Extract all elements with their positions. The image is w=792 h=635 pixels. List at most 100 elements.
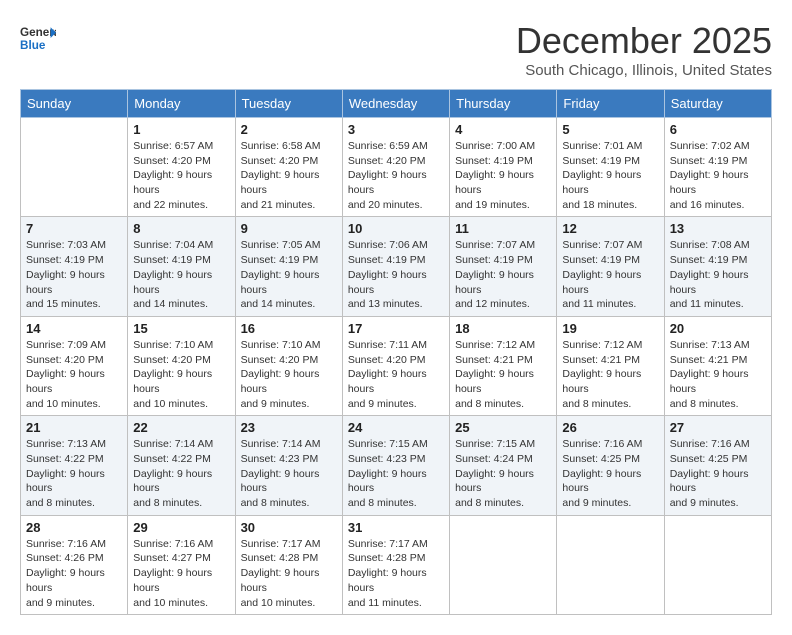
calendar-cell: 27 Sunrise: 7:16 AMSunset: 4:25 PMDayligh… bbox=[664, 416, 771, 515]
calendar-cell: 18 Sunrise: 7:12 AMSunset: 4:21 PMDayligh… bbox=[450, 316, 557, 415]
day-number: 24 bbox=[348, 420, 444, 435]
calendar-cell: 17 Sunrise: 7:11 AMSunset: 4:20 PMDayligh… bbox=[342, 316, 449, 415]
title-area: December 2025 South Chicago, Illinois, U… bbox=[516, 20, 772, 79]
day-number: 17 bbox=[348, 321, 444, 336]
calendar-cell: 8Sunrise: 7:04 AMSunset: 4:19 PMDaylight… bbox=[128, 217, 235, 316]
logo-icon: General Blue bbox=[20, 20, 56, 56]
day-info: Sunrise: 7:10 AMSunset: 4:20 PMDaylight:… bbox=[133, 338, 229, 411]
calendar-cell: 11 Sunrise: 7:07 AMSunset: 4:19 PMDayligh… bbox=[450, 217, 557, 316]
calendar-cell: 12 Sunrise: 7:07 AMSunset: 4:19 PMDayligh… bbox=[557, 217, 664, 316]
day-info: Sunrise: 7:16 AMSunset: 4:26 PMDaylight:… bbox=[26, 537, 122, 610]
calendar-week-row: 28 Sunrise: 7:16 AMSunset: 4:26 PMDayligh… bbox=[21, 515, 772, 614]
header-day-saturday: Saturday bbox=[664, 90, 771, 118]
calendar-cell: 3 Sunrise: 6:59 AMSunset: 4:20 PMDaylight… bbox=[342, 118, 449, 217]
day-number: 23 bbox=[241, 420, 337, 435]
day-number: 3 bbox=[348, 122, 444, 137]
day-number: 1 bbox=[133, 122, 229, 137]
page-header: General Blue December 2025 South Chicago… bbox=[20, 20, 772, 79]
day-number: 27 bbox=[670, 420, 766, 435]
day-info: Sunrise: 7:07 AMSunset: 4:19 PMDaylight:… bbox=[562, 238, 658, 311]
day-number: 4 bbox=[455, 122, 551, 137]
day-info: Sunrise: 6:59 AMSunset: 4:20 PMDaylight:… bbox=[348, 139, 444, 212]
day-info: Sunrise: 7:05 AMSunset: 4:19 PMDaylight:… bbox=[241, 238, 337, 311]
calendar-cell bbox=[450, 515, 557, 614]
day-number: 25 bbox=[455, 420, 551, 435]
calendar-week-row: 14Sunrise: 7:09 AMSunset: 4:20 PMDayligh… bbox=[21, 316, 772, 415]
calendar-cell: 2Sunrise: 6:58 AMSunset: 4:20 PMDaylight… bbox=[235, 118, 342, 217]
calendar-cell bbox=[664, 515, 771, 614]
calendar-cell: 28 Sunrise: 7:16 AMSunset: 4:26 PMDayligh… bbox=[21, 515, 128, 614]
calendar-cell: 31 Sunrise: 7:17 AMSunset: 4:28 PMDayligh… bbox=[342, 515, 449, 614]
day-number: 8 bbox=[133, 221, 229, 236]
day-info: Sunrise: 7:15 AMSunset: 4:24 PMDaylight:… bbox=[455, 437, 551, 510]
day-info: Sunrise: 7:16 AMSunset: 4:27 PMDaylight:… bbox=[133, 537, 229, 610]
day-info: Sunrise: 7:13 AMSunset: 4:21 PMDaylight:… bbox=[670, 338, 766, 411]
day-number: 9 bbox=[241, 221, 337, 236]
calendar-cell: 26 Sunrise: 7:16 AMSunset: 4:25 PMDayligh… bbox=[557, 416, 664, 515]
day-info: Sunrise: 7:11 AMSunset: 4:20 PMDaylight:… bbox=[348, 338, 444, 411]
calendar-table: SundayMondayTuesdayWednesdayThursdayFrid… bbox=[20, 89, 772, 615]
day-info: Sunrise: 7:17 AMSunset: 4:28 PMDaylight:… bbox=[241, 537, 337, 610]
day-number: 10 bbox=[348, 221, 444, 236]
calendar-cell bbox=[21, 118, 128, 217]
day-number: 5 bbox=[562, 122, 658, 137]
day-number: 30 bbox=[241, 520, 337, 535]
calendar-cell: 5Sunrise: 7:01 AMSunset: 4:19 PMDaylight… bbox=[557, 118, 664, 217]
day-info: Sunrise: 7:10 AMSunset: 4:20 PMDaylight:… bbox=[241, 338, 337, 411]
month-title: December 2025 bbox=[516, 20, 772, 62]
day-number: 31 bbox=[348, 520, 444, 535]
day-info: Sunrise: 7:12 AMSunset: 4:21 PMDaylight:… bbox=[562, 338, 658, 411]
day-number: 28 bbox=[26, 520, 122, 535]
header-day-monday: Monday bbox=[128, 90, 235, 118]
day-info: Sunrise: 7:08 AMSunset: 4:19 PMDaylight:… bbox=[670, 238, 766, 311]
day-info: Sunrise: 7:03 AMSunset: 4:19 PMDaylight:… bbox=[26, 238, 122, 311]
day-info: Sunrise: 7:15 AMSunset: 4:23 PMDaylight:… bbox=[348, 437, 444, 510]
calendar-cell bbox=[557, 515, 664, 614]
calendar-cell: 10 Sunrise: 7:06 AMSunset: 4:19 PMDayligh… bbox=[342, 217, 449, 316]
day-number: 22 bbox=[133, 420, 229, 435]
day-info: Sunrise: 6:58 AMSunset: 4:20 PMDaylight:… bbox=[241, 139, 337, 212]
day-number: 16 bbox=[241, 321, 337, 336]
day-number: 29 bbox=[133, 520, 229, 535]
header-day-thursday: Thursday bbox=[450, 90, 557, 118]
day-info: Sunrise: 7:14 AMSunset: 4:22 PMDaylight:… bbox=[133, 437, 229, 510]
day-info: Sunrise: 7:07 AMSunset: 4:19 PMDaylight:… bbox=[455, 238, 551, 311]
day-number: 26 bbox=[562, 420, 658, 435]
calendar-cell: 14Sunrise: 7:09 AMSunset: 4:20 PMDayligh… bbox=[21, 316, 128, 415]
day-number: 7 bbox=[26, 221, 122, 236]
calendar-cell: 6Sunrise: 7:02 AMSunset: 4:19 PMDaylight… bbox=[664, 118, 771, 217]
calendar-cell: 15 Sunrise: 7:10 AMSunset: 4:20 PMDayligh… bbox=[128, 316, 235, 415]
calendar-cell: 1Sunrise: 6:57 AMSunset: 4:20 PMDaylight… bbox=[128, 118, 235, 217]
calendar-cell: 25 Sunrise: 7:15 AMSunset: 4:24 PMDayligh… bbox=[450, 416, 557, 515]
header-day-tuesday: Tuesday bbox=[235, 90, 342, 118]
calendar-cell: 19 Sunrise: 7:12 AMSunset: 4:21 PMDayligh… bbox=[557, 316, 664, 415]
calendar-week-row: 21Sunrise: 7:13 AMSunset: 4:22 PMDayligh… bbox=[21, 416, 772, 515]
day-number: 18 bbox=[455, 321, 551, 336]
day-number: 19 bbox=[562, 321, 658, 336]
day-info: Sunrise: 7:14 AMSunset: 4:23 PMDaylight:… bbox=[241, 437, 337, 510]
calendar-cell: 13 Sunrise: 7:08 AMSunset: 4:19 PMDayligh… bbox=[664, 217, 771, 316]
calendar-week-row: 7 Sunrise: 7:03 AMSunset: 4:19 PMDaylight… bbox=[21, 217, 772, 316]
calendar-cell: 9 Sunrise: 7:05 AMSunset: 4:19 PMDaylight… bbox=[235, 217, 342, 316]
calendar-cell: 16 Sunrise: 7:10 AMSunset: 4:20 PMDayligh… bbox=[235, 316, 342, 415]
day-number: 14 bbox=[26, 321, 122, 336]
location-subtitle: South Chicago, Illinois, United States bbox=[516, 62, 772, 79]
svg-text:Blue: Blue bbox=[20, 39, 46, 52]
day-info: Sunrise: 7:16 AMSunset: 4:25 PMDaylight:… bbox=[562, 437, 658, 510]
day-number: 12 bbox=[562, 221, 658, 236]
day-info: Sunrise: 7:12 AMSunset: 4:21 PMDaylight:… bbox=[455, 338, 551, 411]
calendar-cell: 21Sunrise: 7:13 AMSunset: 4:22 PMDayligh… bbox=[21, 416, 128, 515]
day-info: Sunrise: 7:16 AMSunset: 4:25 PMDaylight:… bbox=[670, 437, 766, 510]
calendar-cell: 20Sunrise: 7:13 AMSunset: 4:21 PMDayligh… bbox=[664, 316, 771, 415]
header-row: SundayMondayTuesdayWednesdayThursdayFrid… bbox=[21, 90, 772, 118]
day-number: 15 bbox=[133, 321, 229, 336]
day-number: 13 bbox=[670, 221, 766, 236]
header-day-sunday: Sunday bbox=[21, 90, 128, 118]
day-info: Sunrise: 7:17 AMSunset: 4:28 PMDaylight:… bbox=[348, 537, 444, 610]
day-number: 11 bbox=[455, 221, 551, 236]
calendar-cell: 4Sunrise: 7:00 AMSunset: 4:19 PMDaylight… bbox=[450, 118, 557, 217]
calendar-week-row: 1Sunrise: 6:57 AMSunset: 4:20 PMDaylight… bbox=[21, 118, 772, 217]
day-info: Sunrise: 7:06 AMSunset: 4:19 PMDaylight:… bbox=[348, 238, 444, 311]
calendar-cell: 23 Sunrise: 7:14 AMSunset: 4:23 PMDayligh… bbox=[235, 416, 342, 515]
calendar-cell: 24 Sunrise: 7:15 AMSunset: 4:23 PMDayligh… bbox=[342, 416, 449, 515]
